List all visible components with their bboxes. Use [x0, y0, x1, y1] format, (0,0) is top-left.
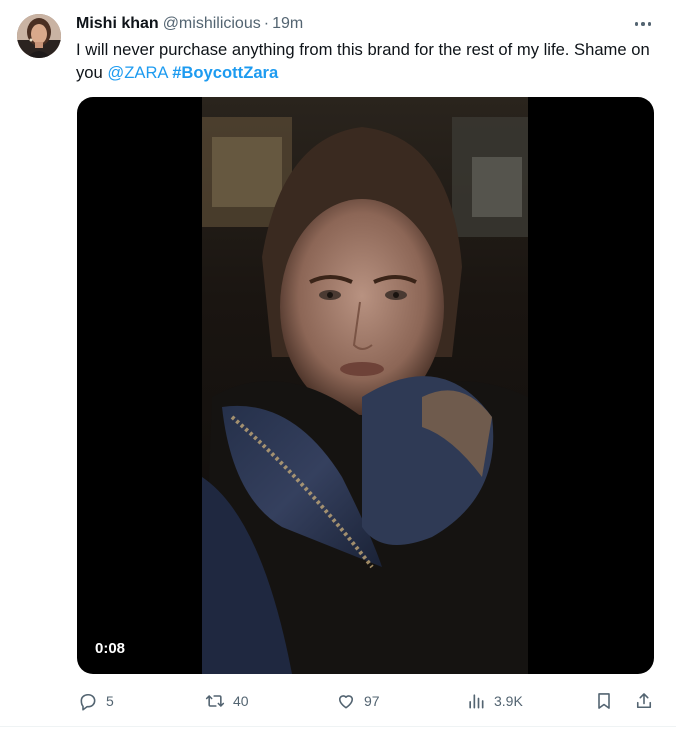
video-player[interactable]: 0:08 [77, 97, 654, 674]
repost-icon [205, 695, 225, 707]
reply-icon [80, 693, 96, 711]
tweet-text: I will never purchase anything from this… [76, 38, 666, 84]
tweet[interactable]: Mishi khan @mishilicious · 19m I will ne… [0, 0, 676, 730]
reply-button[interactable]: 5 [78, 688, 114, 714]
like-icon [338, 695, 354, 709]
mention-link[interactable]: @ZARA [107, 63, 167, 82]
repost-count: 40 [233, 693, 249, 709]
display-name[interactable]: Mishi khan [76, 15, 159, 33]
action-bar: 5 40 97 3.9K [0, 688, 676, 714]
hashtag-link[interactable]: #BoycottZara [172, 63, 278, 82]
user-handle[interactable]: @mishilicious [163, 15, 261, 33]
bookmark-button[interactable] [594, 688, 614, 714]
share-icon [636, 693, 652, 709]
reply-count: 5 [106, 693, 114, 709]
more-options-button[interactable] [628, 12, 658, 36]
more-icon [634, 22, 639, 26]
separator-dot: · [263, 15, 270, 32]
video-frame [202, 97, 528, 674]
like-count: 97 [364, 693, 380, 709]
divider [0, 726, 676, 727]
share-button[interactable] [634, 688, 654, 714]
repost-button[interactable]: 40 [205, 688, 249, 714]
view-count: 3.9K [494, 693, 523, 709]
tweet-header: Mishi khan @mishilicious · 19m [76, 14, 303, 34]
bookmark-icon [598, 693, 610, 709]
views-icon [469, 694, 484, 709]
like-button[interactable]: 97 [336, 688, 380, 714]
avatar[interactable] [17, 14, 61, 58]
timestamp[interactable]: 19m [272, 15, 303, 33]
video-duration: 0:08 [95, 640, 126, 657]
views-button[interactable]: 3.9K [466, 688, 523, 714]
